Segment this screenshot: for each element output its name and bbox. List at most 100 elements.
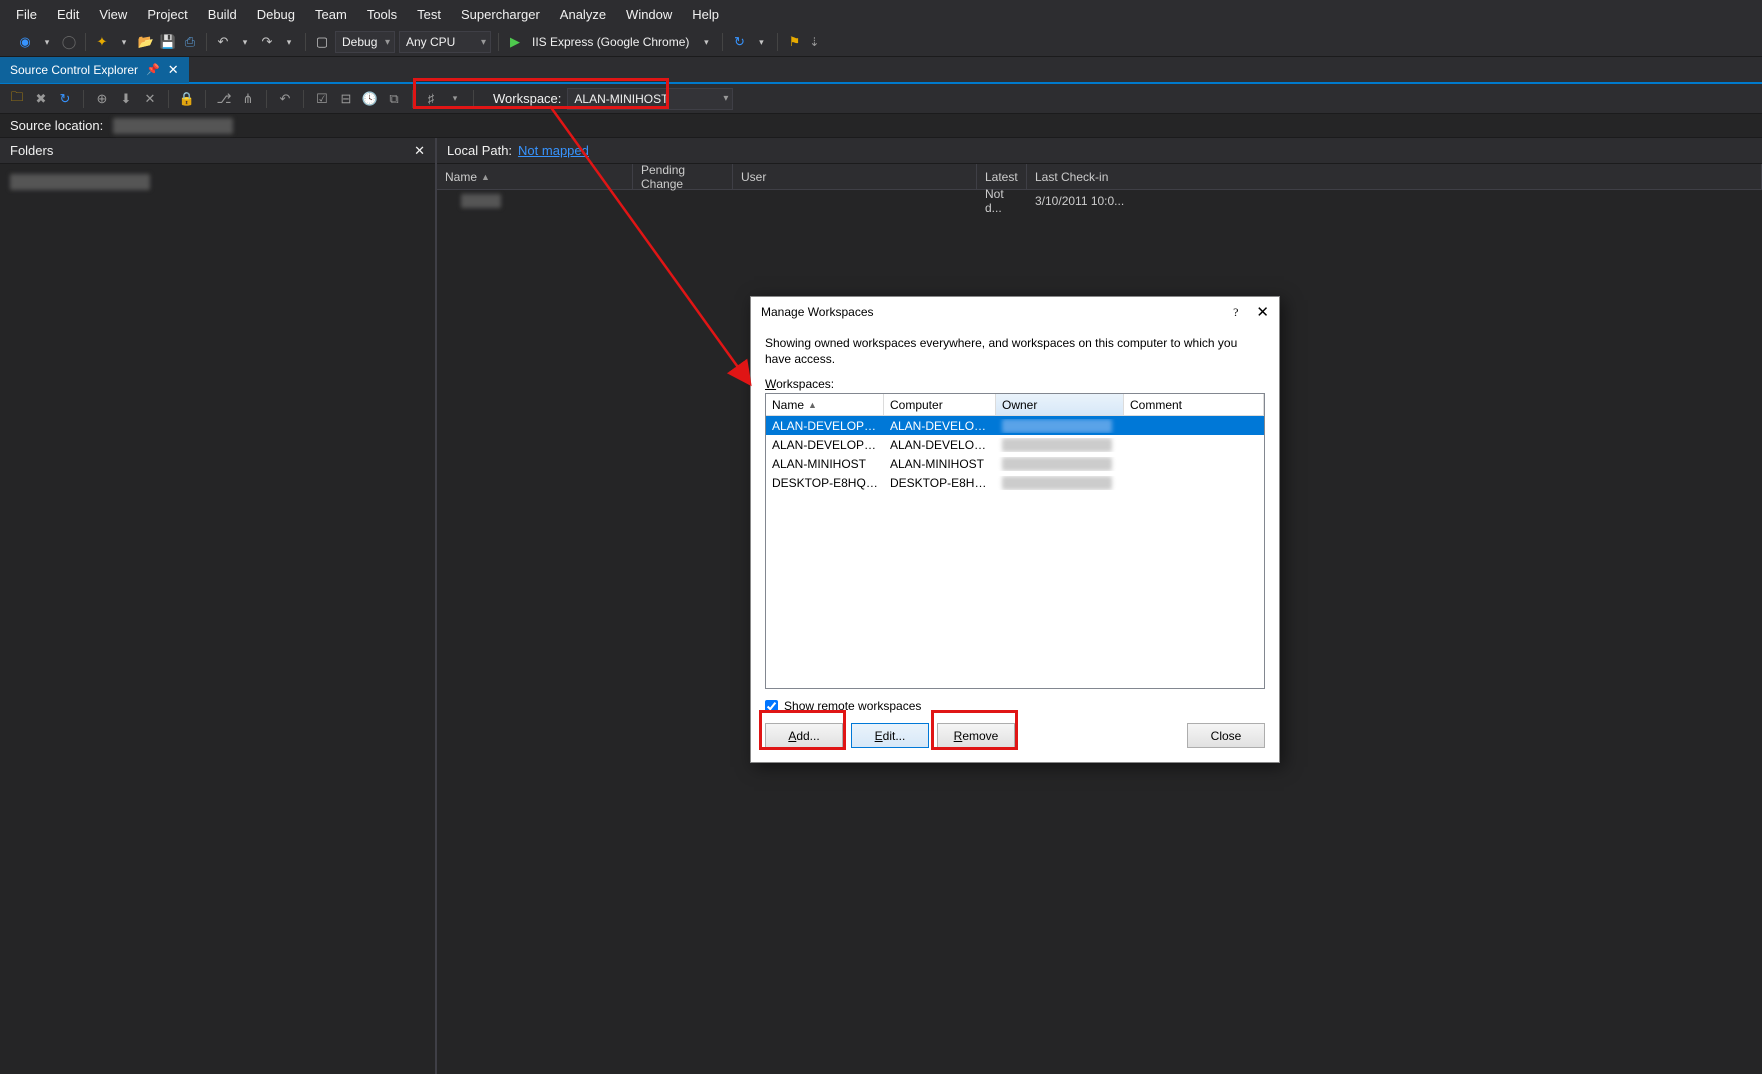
nav-forward-icon[interactable]: ◯ xyxy=(60,33,78,51)
lock-icon[interactable]: 🔒 xyxy=(178,90,196,108)
toolbar-overflow-icon[interactable]: ⇣ xyxy=(809,35,819,49)
ws-col-owner[interactable]: Owner xyxy=(996,394,1124,415)
ws-col-comment[interactable]: Comment xyxy=(1124,394,1264,415)
menu-debug[interactable]: Debug xyxy=(247,3,305,26)
get-icon[interactable]: ⬇ xyxy=(117,90,135,108)
delete-icon[interactable]: ✕ xyxy=(141,90,159,108)
menu-supercharger[interactable]: Supercharger xyxy=(451,3,550,26)
document-tab-strip: Source Control Explorer 📌 ✕ xyxy=(0,56,1762,82)
ws-computer: ALAN-DEVELOPER xyxy=(884,419,996,433)
folder-tree-item[interactable] xyxy=(10,174,150,190)
workspace-row[interactable]: DESKTOP-E8HQ24KDESKTOP-E8HQ24K xyxy=(766,473,1264,492)
menu-analyze[interactable]: Analyze xyxy=(550,3,616,26)
item-name xyxy=(461,194,501,208)
workspace-label: Workspace: xyxy=(493,91,561,106)
local-path-link[interactable]: Not mapped xyxy=(518,143,589,158)
menu-bar: File Edit View Project Build Debug Team … xyxy=(0,0,1762,28)
help-icon[interactable]: ? xyxy=(1233,305,1238,320)
menu-project[interactable]: Project xyxy=(137,3,197,26)
ws-computer: ALAN-MINIHOST xyxy=(884,457,996,471)
chevron-down-icon[interactable]: ▾ xyxy=(697,33,715,51)
pin-icon[interactable]: 📌 xyxy=(146,63,160,76)
open-icon[interactable]: 📂 xyxy=(137,33,155,51)
run-target-label[interactable]: IIS Express (Google Chrome) xyxy=(528,35,693,49)
tools-icon[interactable]: ✖ xyxy=(32,90,50,108)
find-icon[interactable]: ⚑ xyxy=(785,33,803,51)
menu-build[interactable]: Build xyxy=(198,3,247,26)
col-header-last-checkin[interactable]: Last Check-in xyxy=(1027,164,1762,189)
config-dropdown[interactable]: Debug xyxy=(335,31,395,53)
refresh-icon[interactable]: ↻ xyxy=(56,90,74,108)
menu-team[interactable]: Team xyxy=(305,3,357,26)
tab-source-control-explorer[interactable]: Source Control Explorer 📌 ✕ xyxy=(0,57,189,83)
close-button[interactable]: Close xyxy=(1187,723,1265,748)
remove-button[interactable]: Remove xyxy=(937,723,1015,748)
workspace-row[interactable]: ALAN-DEVELOPERALAN-DEVELOPER xyxy=(766,416,1264,435)
redo-icon[interactable]: ↷ xyxy=(258,33,276,51)
save-icon[interactable]: 💾 xyxy=(159,33,177,51)
show-remote-checkbox[interactable] xyxy=(765,700,778,713)
close-icon[interactable]: ✕ xyxy=(168,62,179,78)
add-button[interactable]: Add... xyxy=(765,723,843,748)
checkin-icon[interactable]: ☑ xyxy=(313,90,331,108)
nav-back-icon[interactable]: ◉ xyxy=(16,33,34,51)
ws-name: ALAN-DEVELOPER xyxy=(766,419,884,433)
sort-asc-icon: ▲ xyxy=(808,400,817,410)
chevron-down-icon[interactable]: ▾ xyxy=(38,33,56,51)
col-header-pending-change[interactable]: Pending Change xyxy=(633,164,733,189)
workspaces-list-label: Workspaces: xyxy=(765,377,1265,391)
box-icon[interactable]: ▢ xyxy=(313,33,331,51)
refresh-icon[interactable]: ↻ xyxy=(730,33,748,51)
edit-button[interactable]: Edit... xyxy=(851,723,929,748)
shelve-icon[interactable]: ⊟ xyxy=(337,90,355,108)
branch-icon[interactable]: ⎇ xyxy=(215,90,233,108)
local-path-label: Local Path: xyxy=(447,143,512,158)
filter-icon[interactable]: ♯ xyxy=(422,90,440,108)
undo-icon[interactable]: ↶ xyxy=(276,90,294,108)
source-location-path xyxy=(113,118,233,134)
col-header-name[interactable]: Name▲ xyxy=(437,164,633,189)
sce-toolbar: 🗀 ✖ ↻ ⊕ ⬇ ✕ 🔒 ⎇ ⋔ ↶ ☑ ⊟ 🕓 ⧉ ♯ ▾ Workspac… xyxy=(0,84,1762,114)
platform-dropdown[interactable]: Any CPU xyxy=(399,31,491,53)
dialog-description: Showing owned workspaces everywhere, and… xyxy=(765,335,1265,367)
history-icon[interactable]: 🕓 xyxy=(361,90,379,108)
ws-col-computer[interactable]: Computer xyxy=(884,394,996,415)
ws-col-name[interactable]: Name▲ xyxy=(766,394,884,415)
workspace-row[interactable]: ALAN-DEVELOPER_1ALAN-DEVELOPER xyxy=(766,435,1264,454)
ws-owner xyxy=(996,438,1124,452)
chevron-down-icon[interactable]: ▾ xyxy=(115,33,133,51)
run-icon[interactable]: ▶ xyxy=(506,33,524,51)
menu-view[interactable]: View xyxy=(89,3,137,26)
menu-test[interactable]: Test xyxy=(407,3,451,26)
undo-icon[interactable]: ↶ xyxy=(214,33,232,51)
chevron-down-icon[interactable]: ▾ xyxy=(280,33,298,51)
compare-icon[interactable]: ⧉ xyxy=(385,90,403,108)
col-header-user[interactable]: User xyxy=(733,164,977,189)
folders-header: Folders xyxy=(10,143,53,158)
ws-owner xyxy=(996,457,1124,471)
workspace-row[interactable]: ALAN-MINIHOSTALAN-MINIHOST xyxy=(766,454,1264,473)
menu-help[interactable]: Help xyxy=(682,3,729,26)
chevron-down-icon[interactable]: ▾ xyxy=(752,33,770,51)
menu-window[interactable]: Window xyxy=(616,3,682,26)
merge-icon[interactable]: ⋔ xyxy=(239,90,257,108)
source-location-bar: Source location: xyxy=(0,114,1762,138)
folder-icon[interactable]: 🗀 xyxy=(8,90,26,108)
col-header-latest[interactable]: Latest xyxy=(977,164,1027,189)
tab-title: Source Control Explorer xyxy=(10,63,138,77)
items-grid-row[interactable]: Not d... 3/10/2011 10:0... xyxy=(437,190,1762,212)
chevron-down-icon[interactable]: ▾ xyxy=(236,33,254,51)
close-icon[interactable]: ✕ xyxy=(414,143,425,159)
menu-edit[interactable]: Edit xyxy=(47,3,89,26)
close-icon[interactable]: ✕ xyxy=(1256,303,1269,321)
menu-file[interactable]: File xyxy=(6,3,47,26)
save-all-icon[interactable]: ⎙ xyxy=(181,33,199,51)
ws-computer: DESKTOP-E8HQ24K xyxy=(884,476,996,490)
chevron-down-icon[interactable]: ▾ xyxy=(446,90,464,108)
add-icon[interactable]: ⊕ xyxy=(93,90,111,108)
show-remote-label[interactable]: Show remote workspaces xyxy=(784,699,921,713)
new-item-icon[interactable]: ✦ xyxy=(93,33,111,51)
workspace-dropdown[interactable]: ALAN-MINIHOST xyxy=(567,88,733,110)
menu-tools[interactable]: Tools xyxy=(357,3,407,26)
dialog-titlebar: Manage Workspaces ? ✕ xyxy=(751,297,1279,327)
